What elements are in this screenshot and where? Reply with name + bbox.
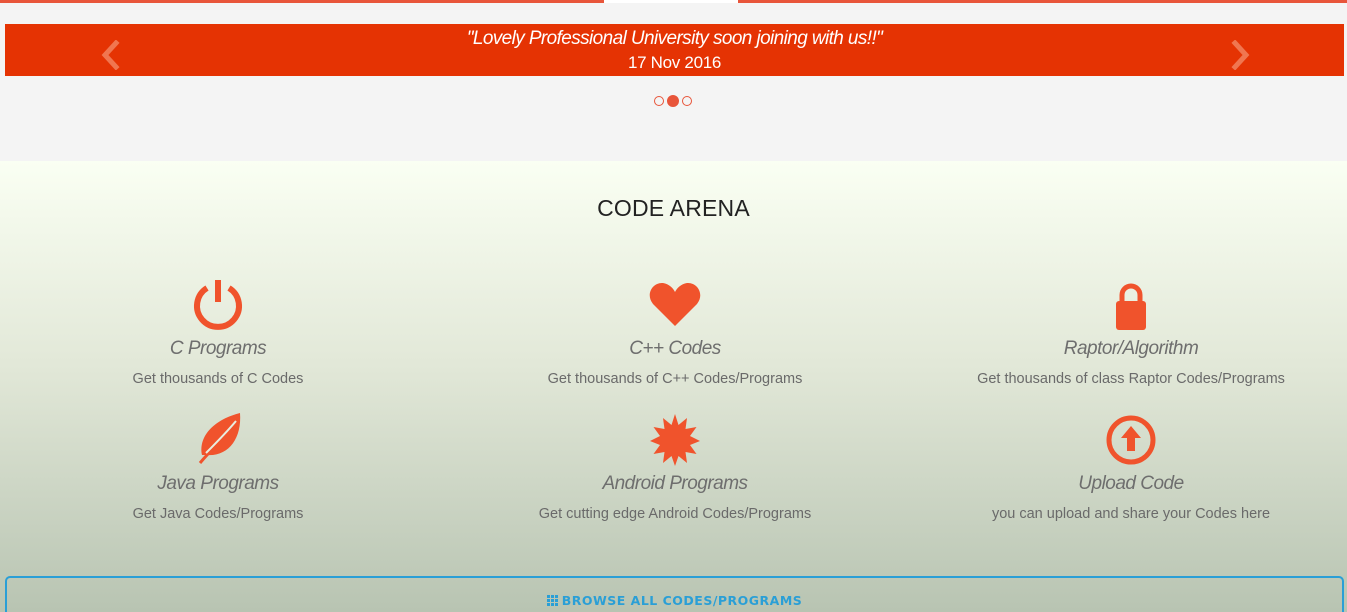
slider-prev-button[interactable] [100,39,122,71]
news-slider: "Lovely Professional University soon joi… [0,3,1347,161]
feature-name: C++ Codes [629,338,721,359]
upload-icon [1106,415,1156,465]
slider-next-button[interactable] [1229,39,1251,71]
heart-icon [649,282,701,326]
slider-dot-3[interactable] [682,96,692,106]
browse-all-content: BROWSE ALL CODES/PROGRAMS [7,593,1342,608]
feature-cpp-codes[interactable]: C++ Codes Get thousands of C++ Codes/Pro… [455,276,895,387]
feature-desc: Get cutting edge Android Codes/Programs [538,506,812,522]
feature-java-programs[interactable]: Java Programs Get Java Codes/Programs [0,411,438,522]
grid-icon [546,595,558,606]
certificate-icon [650,414,700,466]
chevron-right-icon [1231,39,1250,71]
browse-all-label: BROWSE ALL CODES/PROGRAMS [561,593,803,608]
code-arena-section: CODE ARENA C Programs Get thousands of C… [0,161,1347,612]
feature-desc: you can upload and share your Codes here [991,506,1271,522]
feature-android-programs[interactable]: Android Programs Get cutting edge Androi… [455,411,895,522]
feature-name: Upload Code [1078,473,1184,494]
power-icon [194,280,242,330]
feature-name: Raptor/Algorithm [1063,338,1199,359]
feature-name: C Programs [169,338,267,359]
slide-quote: "Lovely Professional University soon joi… [466,28,883,49]
chevron-left-icon [101,39,120,71]
feature-desc: Get thousands of class Raptor Codes/Prog… [977,371,1285,387]
leaf-icon [198,413,241,464]
slide-date: 17 Nov 2016 [627,53,722,72]
slider-dot-2[interactable] [667,95,679,107]
slider-banner: "Lovely Professional University soon joi… [5,24,1344,76]
feature-upload-code[interactable]: Upload Code you can upload and share you… [911,411,1347,522]
feature-desc: Get thousands of C Codes [132,371,304,387]
feature-raptor-algorithm[interactable]: Raptor/Algorithm Get thousands of class … [911,276,1347,387]
slider-dot-1[interactable] [654,96,664,106]
feature-desc: Get thousands of C++ Codes/Programs [547,371,803,387]
feature-name: Android Programs [602,473,748,494]
feature-desc: Get Java Codes/Programs [132,506,304,522]
browse-all-button[interactable]: BROWSE ALL CODES/PROGRAMS [5,576,1344,612]
slider-indicators [654,95,692,108]
lock-icon [1116,283,1146,330]
section-title: CODE ARENA [597,195,750,221]
feature-c-programs[interactable]: C Programs Get thousands of C Codes [0,276,438,387]
feature-name: Java Programs [157,473,279,494]
